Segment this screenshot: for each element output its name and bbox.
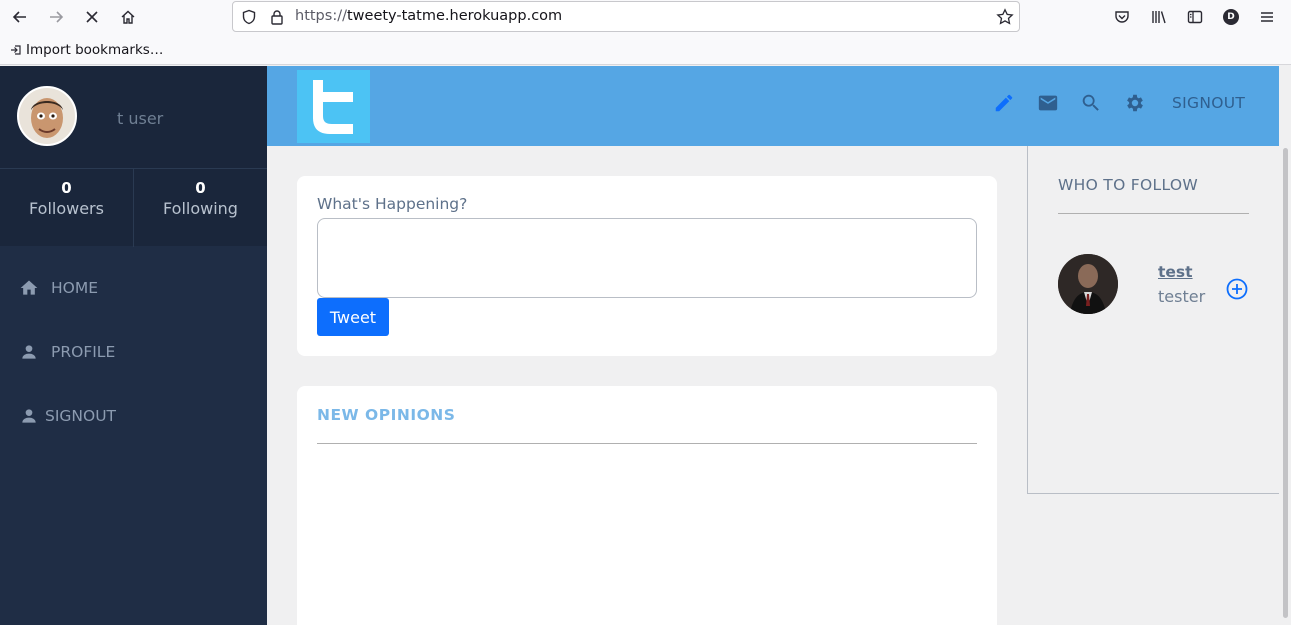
forward-arrow-icon[interactable] [44, 5, 68, 29]
search-icon[interactable] [1079, 91, 1103, 115]
person-icon [18, 405, 40, 427]
bookmarks-bar: Import bookmarks… [0, 34, 1291, 65]
import-icon [11, 45, 21, 55]
avatar[interactable] [17, 86, 77, 146]
follow-user-name[interactable]: test [1158, 263, 1193, 281]
import-bookmarks-label: Import bookmarks… [26, 42, 164, 58]
sidebar-item-label: SIGNOUT [45, 407, 117, 425]
account-letter: D [1223, 9, 1239, 25]
sidebar: t user 0 Followers 0 Following HOME PROF… [0, 66, 267, 625]
twitter-logo[interactable] [297, 70, 370, 143]
sidebar-toggle-icon[interactable] [1183, 5, 1207, 29]
followers-count: 0 [61, 179, 72, 197]
sidebar-item-home[interactable]: HOME [0, 268, 267, 308]
scrollbar-thumb[interactable] [1283, 148, 1288, 618]
url-host: tweety-tatme.herokuapp.com [346, 8, 563, 24]
library-icon[interactable] [1147, 5, 1171, 29]
followers-label: Followers [29, 199, 104, 218]
mail-icon[interactable] [1036, 91, 1060, 115]
shield-icon[interactable] [237, 5, 261, 29]
followers-stat[interactable]: 0 Followers [0, 169, 133, 247]
lock-icon[interactable] [265, 5, 289, 29]
add-circle-icon[interactable] [1226, 278, 1248, 300]
compose-card: What's Happening? Tweet [297, 176, 997, 356]
page-scrollbar[interactable] [1280, 146, 1291, 625]
app-header: SIGNOUT [267, 66, 1279, 146]
sidebar-username: t user [117, 109, 164, 128]
profile-box: t user [0, 66, 267, 168]
compose-label: What's Happening? [317, 195, 468, 213]
sidebar-item-label: PROFILE [51, 343, 116, 361]
sidebar-item-signout[interactable]: SIGNOUT [0, 396, 267, 436]
stop-loading-icon[interactable] [80, 5, 104, 29]
import-bookmarks-item[interactable]: Import bookmarks… [10, 42, 163, 58]
person-icon [18, 341, 40, 363]
menu-icon[interactable] [1255, 5, 1279, 29]
pocket-icon[interactable] [1110, 5, 1134, 29]
follow-divider [1058, 213, 1249, 214]
home-icon [18, 277, 40, 299]
url-protocol: https:// [295, 8, 347, 24]
sidebar-item-profile[interactable]: PROFILE [0, 332, 267, 372]
browser-toolbar: https://tweety-tatme.herokuapp.com D [0, 0, 1291, 34]
tweet-button[interactable]: Tweet [317, 298, 389, 336]
compose-pencil-icon[interactable] [992, 91, 1016, 115]
url-text: https://tweety-tatme.herokuapp.com [295, 8, 562, 24]
sidebar-item-label: HOME [51, 279, 99, 297]
following-count: 0 [195, 179, 206, 197]
back-arrow-icon[interactable] [8, 5, 32, 29]
tweet-textarea[interactable] [317, 218, 977, 298]
opinions-divider [317, 443, 977, 444]
gear-icon[interactable] [1123, 91, 1147, 115]
following-label: Following [163, 199, 238, 218]
opinions-title: NEW OPINIONS [317, 406, 456, 424]
who-to-follow-panel: WHO TO FOLLOW test tester [1027, 146, 1279, 494]
following-stat[interactable]: 0 Following [133, 169, 267, 247]
account-avatar-icon[interactable]: D [1219, 5, 1243, 29]
url-bar[interactable]: https://tweety-tatme.herokuapp.com [232, 1, 1020, 32]
header-signout-link[interactable]: SIGNOUT [1172, 94, 1245, 112]
home-icon[interactable] [116, 5, 140, 29]
avatar[interactable] [1058, 254, 1118, 314]
opinions-card: NEW OPINIONS [297, 386, 997, 625]
follow-title: WHO TO FOLLOW [1058, 176, 1198, 194]
follow-user-handle: tester [1158, 287, 1206, 306]
bookmark-star-icon[interactable] [993, 5, 1017, 29]
follow-stats: 0 Followers 0 Following [0, 168, 267, 247]
